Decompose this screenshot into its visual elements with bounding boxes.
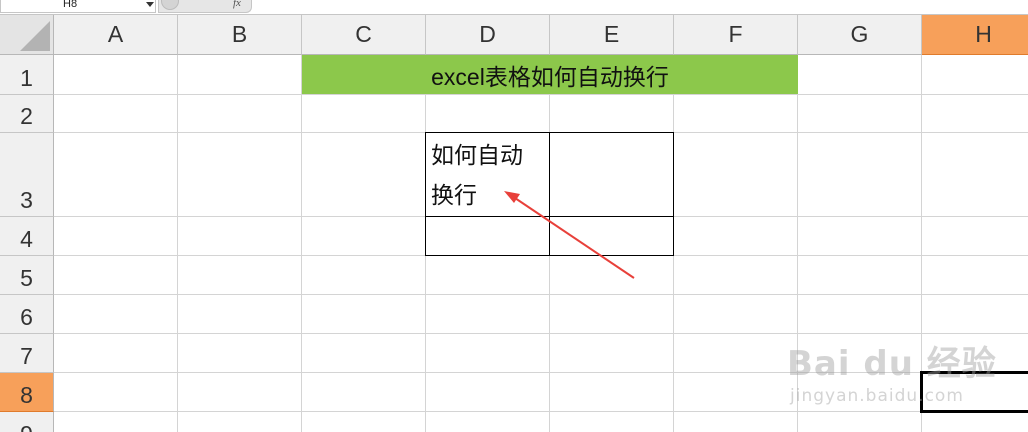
row-header-4[interactable]: 4 [0,217,54,256]
column-header-e[interactable]: E [550,15,674,55]
row-header-8[interactable]: 8 [0,373,54,412]
row-header-2[interactable]: 2 [0,95,54,133]
column-header-d[interactable]: D [426,15,550,55]
insert-function-icon[interactable]: fx [233,0,241,9]
column-header-row: A B C D E F G H [0,15,1028,55]
baidu-watermark-url: jingyan.baidu.com [790,386,964,406]
spreadsheet-window: H8 fx A B C D E F G H 1 2 3 4 5 6 7 8 9 [0,0,1028,432]
name-box-dropdown-icon[interactable] [146,2,154,7]
row-header-1[interactable]: 1 [0,55,54,95]
column-header-g[interactable]: G [798,15,922,55]
select-all-button[interactable] [0,15,54,55]
row-header-7[interactable]: 7 [0,334,54,373]
row-header-3[interactable]: 3 [0,133,54,217]
row-header-9[interactable]: 9 [0,412,54,432]
row-header-5[interactable]: 5 [0,256,54,295]
formula-resize-handle[interactable] [161,0,179,10]
select-all-triangle-icon [20,21,50,51]
column-header-a[interactable]: A [54,15,178,55]
cell-grid[interactable]: excel表格如何自动换行 如何自动 换行 Bai du 经验 jingyan.… [54,55,1028,432]
baidu-watermark-logo: Bai du 经验 [787,336,997,385]
column-header-c[interactable]: C [302,15,426,55]
watermark-brand: Bai du 经验 [787,344,997,384]
row-header-6[interactable]: 6 [0,295,54,334]
formula-bar: H8 fx [0,0,1028,15]
column-header-f[interactable]: F [674,15,798,55]
column-header-h[interactable]: H [922,15,1028,55]
column-header-b[interactable]: B [178,15,302,55]
formula-controls: fx [158,0,252,13]
name-box[interactable]: H8 [0,0,156,13]
